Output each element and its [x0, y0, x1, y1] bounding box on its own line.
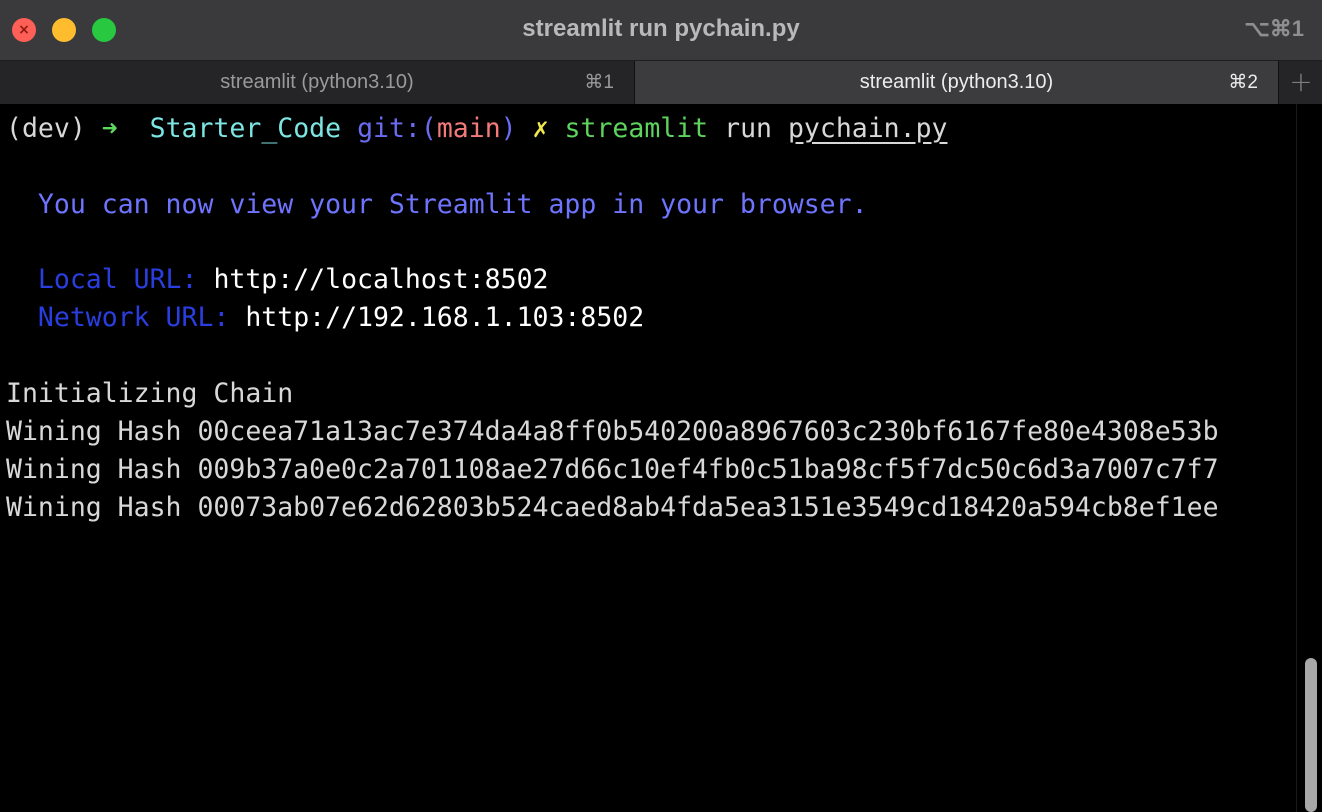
tab-2[interactable]: streamlit (python3.10) ⌘2 [635, 61, 1279, 104]
output-line: Wining Hash 00ceea71a13ac7e374da4a8ff0b5… [6, 416, 1219, 447]
output-line: Wining Hash 00073ab07e62d62803b524caed8a… [6, 492, 1219, 523]
prompt-arrow-icon: ➜ [101, 113, 118, 144]
tab-label: streamlit (python3.10) [859, 71, 1054, 93]
network-url-line: Network URL: http://192.168.1.103:8502 [6, 299, 644, 337]
tab-shortcut: ⌘1 [584, 72, 614, 93]
dirty-marker-icon: ✗ [532, 113, 549, 144]
scrollbar-thumb[interactable] [1305, 658, 1317, 812]
window-title: streamlit run pychain.py [522, 15, 800, 42]
tab-label: streamlit (python3.10) [220, 71, 414, 93]
network-url-link[interactable]: http://192.168.1.103:8502 [245, 302, 644, 333]
prompt-command: streamlit [564, 113, 709, 144]
network-url-label: Network URL: [37, 302, 230, 333]
terminal-window: × streamlit run pychain.py ⌥⌘1 streamlit… [0, 0, 1322, 812]
prompt-git-prefix: git:( [357, 113, 437, 144]
tab-1[interactable]: streamlit (python3.10) ⌘1 [0, 61, 635, 104]
terminal-output[interactable]: (dev) ➜ Starter_Code git:(main) ✗ stream… [0, 104, 1300, 812]
local-url-label: Local URL: [37, 264, 198, 295]
tab-shortcut: ⌘2 [1228, 72, 1258, 93]
local-url-line: Local URL: http://localhost:8502 [6, 261, 549, 299]
prompt-branch: main [436, 113, 501, 144]
prompt-env: (dev) [6, 113, 86, 144]
prompt-subcommand: run [724, 113, 772, 144]
prompt-directory: Starter_Code [149, 113, 342, 144]
local-url-link[interactable]: http://localhost:8502 [213, 264, 548, 295]
output-line: Initializing Chain [6, 378, 294, 409]
new-tab-button[interactable]: + [1280, 61, 1322, 104]
prompt-git-suffix: ) [500, 113, 517, 144]
prompt-line: (dev) ➜ Starter_Code git:(main) ✗ stream… [6, 110, 948, 148]
info-line: You can now view your Streamlit app in y… [6, 186, 868, 224]
output-line: Wining Hash 009b37a0e0c2a701108ae27d66c1… [6, 454, 1219, 485]
title-bar[interactable]: × streamlit run pychain.py ⌥⌘1 [0, 0, 1322, 61]
tab-bar: streamlit (python3.10) ⌘1 streamlit (pyt… [0, 61, 1322, 104]
prompt-argument: pychain.py [787, 113, 948, 144]
window-shortcut: ⌥⌘1 [1244, 16, 1304, 41]
info-message: You can now view your Streamlit app in y… [37, 189, 868, 220]
